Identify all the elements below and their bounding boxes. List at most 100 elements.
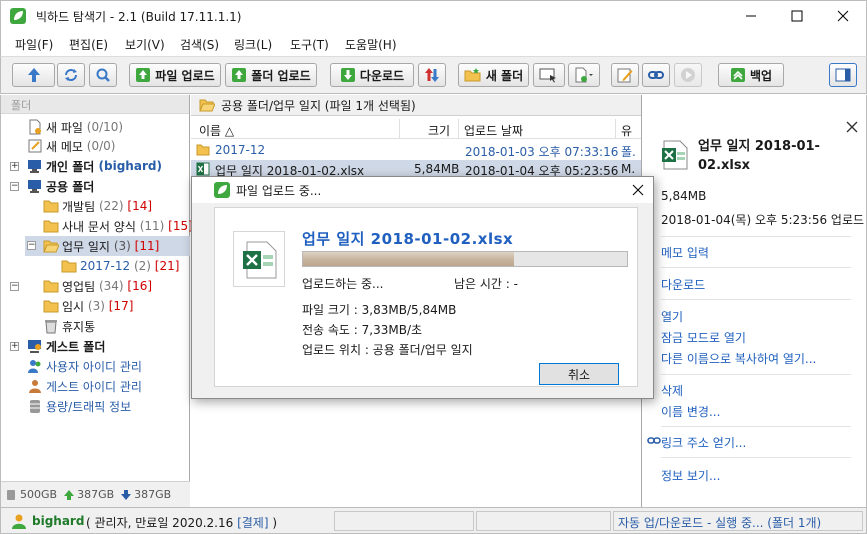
- tree-item-personal-folder[interactable]: 개인 폴더 (bighard): [27, 156, 162, 176]
- dialog-title: 파일 업로드 중...: [236, 184, 322, 198]
- link-icon: [647, 437, 661, 444]
- monitor-icon: [539, 68, 556, 83]
- folder-tree-panel: 폴더 새 파일 (0/10) 새 메모 (0/0) + 개인 폴더 (bigha…: [0, 95, 193, 507]
- maximize-button[interactable]: [774, 1, 820, 31]
- tree-item-dev-team[interactable]: 개발팀 (22) [14]: [43, 196, 152, 216]
- download-button[interactable]: 다운로드: [330, 63, 414, 87]
- file-list-header: 이름 △ 크기 업로드 날짜 유: [191, 119, 641, 139]
- tree-item-2017-12[interactable]: 2017-12 (2) [21]: [61, 256, 179, 276]
- dialog-filename: 업무 일지 2018-01-02.xlsx: [302, 230, 514, 248]
- pay-link[interactable]: [결제]: [237, 516, 268, 530]
- download-icon: [340, 68, 355, 82]
- collapse-toggle[interactable]: −: [27, 241, 36, 250]
- side-panel-icon: [835, 68, 851, 82]
- rename-link[interactable]: 이름 변경...: [661, 403, 720, 420]
- dialog-close-icon[interactable]: [632, 184, 644, 196]
- tree-item-temp[interactable]: 임시 (3) [17]: [43, 296, 133, 316]
- upload-file-button[interactable]: 파일 업로드: [129, 63, 221, 87]
- expand-toggle[interactable]: +: [10, 342, 19, 351]
- search-button[interactable]: [89, 63, 117, 87]
- tree-item-work-log[interactable]: 업무 일지 (3) [11]: [25, 236, 190, 256]
- pencil-icon: [617, 68, 633, 83]
- column-name[interactable]: 이름 △: [199, 122, 234, 139]
- delete-link[interactable]: 삭제: [661, 382, 683, 399]
- column-date[interactable]: 업로드 날짜: [464, 122, 523, 139]
- detail-panel: 업무 일지 2018-01-02.xlsx 5,84MB 2018-01-04(…: [641, 95, 867, 507]
- folder-icon: [196, 144, 210, 156]
- open-folder-icon: [43, 240, 59, 253]
- new-folder-button[interactable]: 새 폴더: [458, 63, 529, 87]
- up-arrow-icon: [27, 68, 40, 82]
- play-button[interactable]: [674, 63, 702, 87]
- menu-bar: 파일(F) 편집(E) 보기(V) 검색(S) 링크(L) 도구(T) 도움말(…: [0, 30, 867, 56]
- upload-folder-button[interactable]: 폴더 업로드: [225, 63, 317, 87]
- upload-location: 업로드 위치 : 공용 폴더/업무 일지: [302, 343, 473, 357]
- transfer-button[interactable]: [418, 63, 446, 87]
- open-link[interactable]: 열기: [661, 308, 683, 325]
- info-link[interactable]: 정보 보기...: [661, 467, 720, 484]
- tree-item-capacity[interactable]: 용량/트래픽 정보: [27, 396, 131, 416]
- open-locked-link[interactable]: 잠금 모드로 열기: [661, 329, 746, 346]
- column-type[interactable]: 유: [621, 122, 632, 139]
- maximize-icon: [791, 10, 803, 22]
- menu-help[interactable]: 도움말(H): [345, 36, 397, 53]
- status-transfer: 자동 업/다운로드 - 실행 중... (폴더 1개): [618, 516, 822, 530]
- file-row[interactable]: 2017-12 2018-01-03 오후 07:33:16 폴.: [191, 141, 641, 159]
- tree-item-doc-templates[interactable]: 사내 문서 양식 (11) [15]: [43, 216, 193, 236]
- quota-bar: 500GB 387GB 387GB: [1, 481, 190, 507]
- dialog-body: 업무 일지 2018-01-02.xlsx 업로드하는 중... 남은 시간 :…: [214, 207, 638, 387]
- new-file-icon: [29, 119, 41, 135]
- get-link-link[interactable]: 링크 주소 얻기...: [661, 434, 746, 451]
- cancel-button[interactable]: 취소: [539, 363, 619, 385]
- leaf-icon: [214, 182, 230, 198]
- menu-tools[interactable]: 도구(T): [290, 36, 329, 53]
- close-panel-icon[interactable]: [846, 121, 858, 133]
- menu-view[interactable]: 보기(V): [125, 36, 165, 53]
- title-bar: 빅하드 탐색기 - 2.1 (Build 17.11.1.1): [0, 0, 867, 30]
- upload-icon: [136, 68, 151, 82]
- download-link[interactable]: 다운로드: [661, 276, 705, 293]
- memo-button[interactable]: [611, 63, 639, 87]
- upload-status: 업로드하는 중...: [302, 277, 384, 291]
- menu-file[interactable]: 파일(F): [15, 36, 53, 53]
- backup-button[interactable]: 백업: [718, 63, 784, 87]
- collapse-toggle[interactable]: −: [10, 182, 19, 191]
- link-button[interactable]: [642, 63, 670, 87]
- excel-file-icon: [196, 162, 210, 176]
- detail-date: 2018-01-04(목) 오후 5:23:56 업로드: [661, 213, 865, 227]
- close-icon: [837, 10, 849, 22]
- excel-file-icon: [662, 140, 688, 170]
- memo-link[interactable]: 메모 입력: [661, 244, 709, 261]
- tree-item-new-memo[interactable]: 새 메모 (0/0): [27, 136, 115, 156]
- menu-search[interactable]: 검색(S): [180, 36, 219, 53]
- expand-toggle[interactable]: +: [10, 162, 19, 171]
- collapse-toggle[interactable]: −: [10, 282, 19, 291]
- tree-item-sales-team[interactable]: 영업팀 (34) [16]: [43, 276, 152, 296]
- new-document-button[interactable]: [568, 63, 600, 87]
- menu-link[interactable]: 링크(L): [234, 36, 272, 53]
- tree-item-user-ids[interactable]: 사용자 아이디 관리: [27, 356, 142, 376]
- remaining-time: 남은 시간 : -: [454, 277, 518, 291]
- folder-icon: [43, 280, 59, 293]
- user-icon: [12, 514, 26, 529]
- menu-edit[interactable]: 편집(E): [69, 36, 108, 53]
- up-folder-button[interactable]: [12, 63, 55, 87]
- minimize-icon: [746, 15, 756, 17]
- current-path-bar: 공용 폴더/업무 일지 (파일 1개 선택됨): [191, 95, 641, 116]
- file-size-progress: 파일 크기 : 3,83MB/5,84MB: [302, 303, 457, 317]
- excel-file-icon: [243, 241, 277, 279]
- status-user-info: ( 관리자, 만료일 2020.2.16 [결제] ): [86, 516, 278, 530]
- open-as-copy-link[interactable]: 다른 이름으로 복사하여 열기...: [661, 350, 816, 367]
- tree-item-guest-ids[interactable]: 게스트 아이디 관리: [27, 376, 142, 396]
- column-size[interactable]: 크기: [428, 122, 450, 139]
- tree-item-trash[interactable]: 휴지통: [43, 316, 95, 336]
- close-button[interactable]: [820, 1, 866, 31]
- minimize-button[interactable]: [728, 1, 774, 31]
- tree-item-new-file[interactable]: 새 파일 (0/10): [27, 117, 123, 137]
- refresh-button[interactable]: [57, 63, 85, 87]
- tree-item-guest-folder[interactable]: 게스트 폴더: [27, 336, 105, 356]
- tree-item-shared-folder[interactable]: 공용 폴더: [27, 176, 94, 196]
- refresh-icon: [65, 69, 77, 81]
- view-mode-button[interactable]: [533, 63, 565, 87]
- panel-toggle-button[interactable]: [829, 63, 857, 87]
